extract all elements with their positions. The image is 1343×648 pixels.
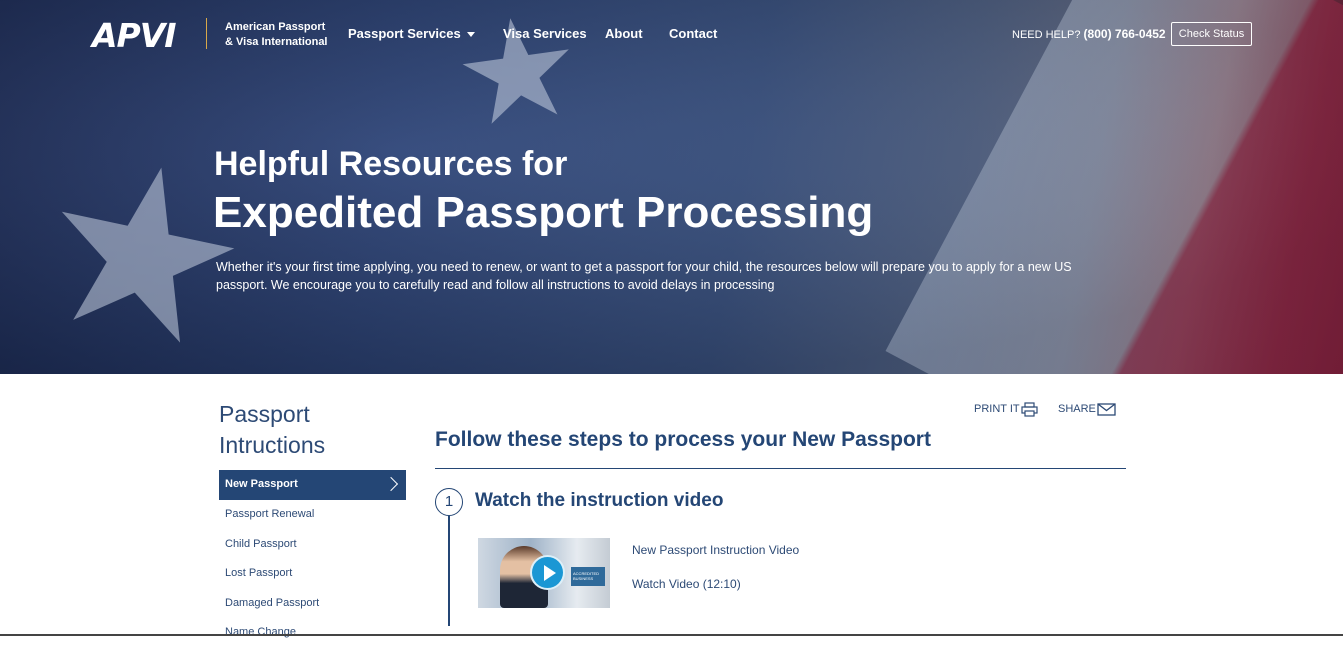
sidebar-nav: New Passport Passport Renewal Child Pass… <box>219 470 406 648</box>
help-phone[interactable]: NEED HELP? (800) 766-0452 <box>1012 27 1166 41</box>
nav-passport-services[interactable]: Passport Services <box>348 26 475 41</box>
sidebar-item-name-change[interactable]: Name Change <box>219 618 406 648</box>
brand-name: American Passport & Visa International <box>225 20 345 50</box>
title-divider <box>435 468 1126 469</box>
nav-visa-services[interactable]: Visa Services <box>503 26 587 41</box>
hero-banner: ★ ★ APVI American Passport & Visa Intern… <box>0 0 1343 374</box>
nav-about[interactable]: About <box>605 26 643 41</box>
video-title[interactable]: New Passport Instruction Video <box>632 543 799 557</box>
apvi-logo[interactable]: APVI <box>92 16 177 55</box>
step-connector-line <box>448 516 450 626</box>
flag-star-icon: ★ <box>444 0 592 161</box>
nav-passport-services-label: Passport Services <box>348 26 461 41</box>
step-number-badge: 1 <box>435 488 463 516</box>
hero-lead: Whether it's your first time applying, y… <box>216 260 1072 292</box>
watch-video-link[interactable]: Watch Video (12:10) <box>632 577 741 591</box>
check-status-button[interactable]: Check Status <box>1171 22 1252 46</box>
envelope-icon[interactable] <box>1097 403 1116 416</box>
chevron-right-icon <box>383 476 399 492</box>
sidebar-item-label: New Passport <box>225 478 298 490</box>
video-thumbnail[interactable]: ACCREDITED BUSINESS <box>478 538 610 608</box>
play-icon[interactable] <box>530 555 565 590</box>
brand-line-2: & Visa International <box>225 36 328 48</box>
hero-title-small: Helpful Resources for <box>214 145 568 183</box>
page-title: Follow these steps to process your New P… <box>435 428 931 451</box>
phone-number: (800) 766-0452 <box>1083 27 1166 41</box>
nav-contact[interactable]: Contact <box>669 26 717 41</box>
help-label: NEED HELP? <box>1012 29 1081 41</box>
chevron-down-icon <box>466 32 475 38</box>
step-title: Watch the instruction video <box>475 490 724 511</box>
sidebar-item-new-passport[interactable]: New Passport <box>219 470 406 500</box>
sidebar-item-passport-renewal[interactable]: Passport Renewal <box>219 500 406 530</box>
brand-line-1: American Passport <box>225 21 326 33</box>
sidebar-item-child-passport[interactable]: Child Passport <box>219 530 406 560</box>
share-link[interactable]: SHARE <box>1058 403 1096 415</box>
logo-divider <box>206 18 207 49</box>
printer-icon[interactable] <box>1021 402 1038 417</box>
sidebar-item-damaged-passport[interactable]: Damaged Passport <box>219 589 406 619</box>
sidebar-title: Passport Intructions <box>219 401 326 458</box>
sidebar-item-lost-passport[interactable]: Lost Passport <box>219 559 406 589</box>
hero-title: Expedited Passport Processing <box>213 188 874 237</box>
accredited-badge: ACCREDITED BUSINESS <box>571 567 605 586</box>
print-link[interactable]: PRINT IT <box>974 403 1020 415</box>
